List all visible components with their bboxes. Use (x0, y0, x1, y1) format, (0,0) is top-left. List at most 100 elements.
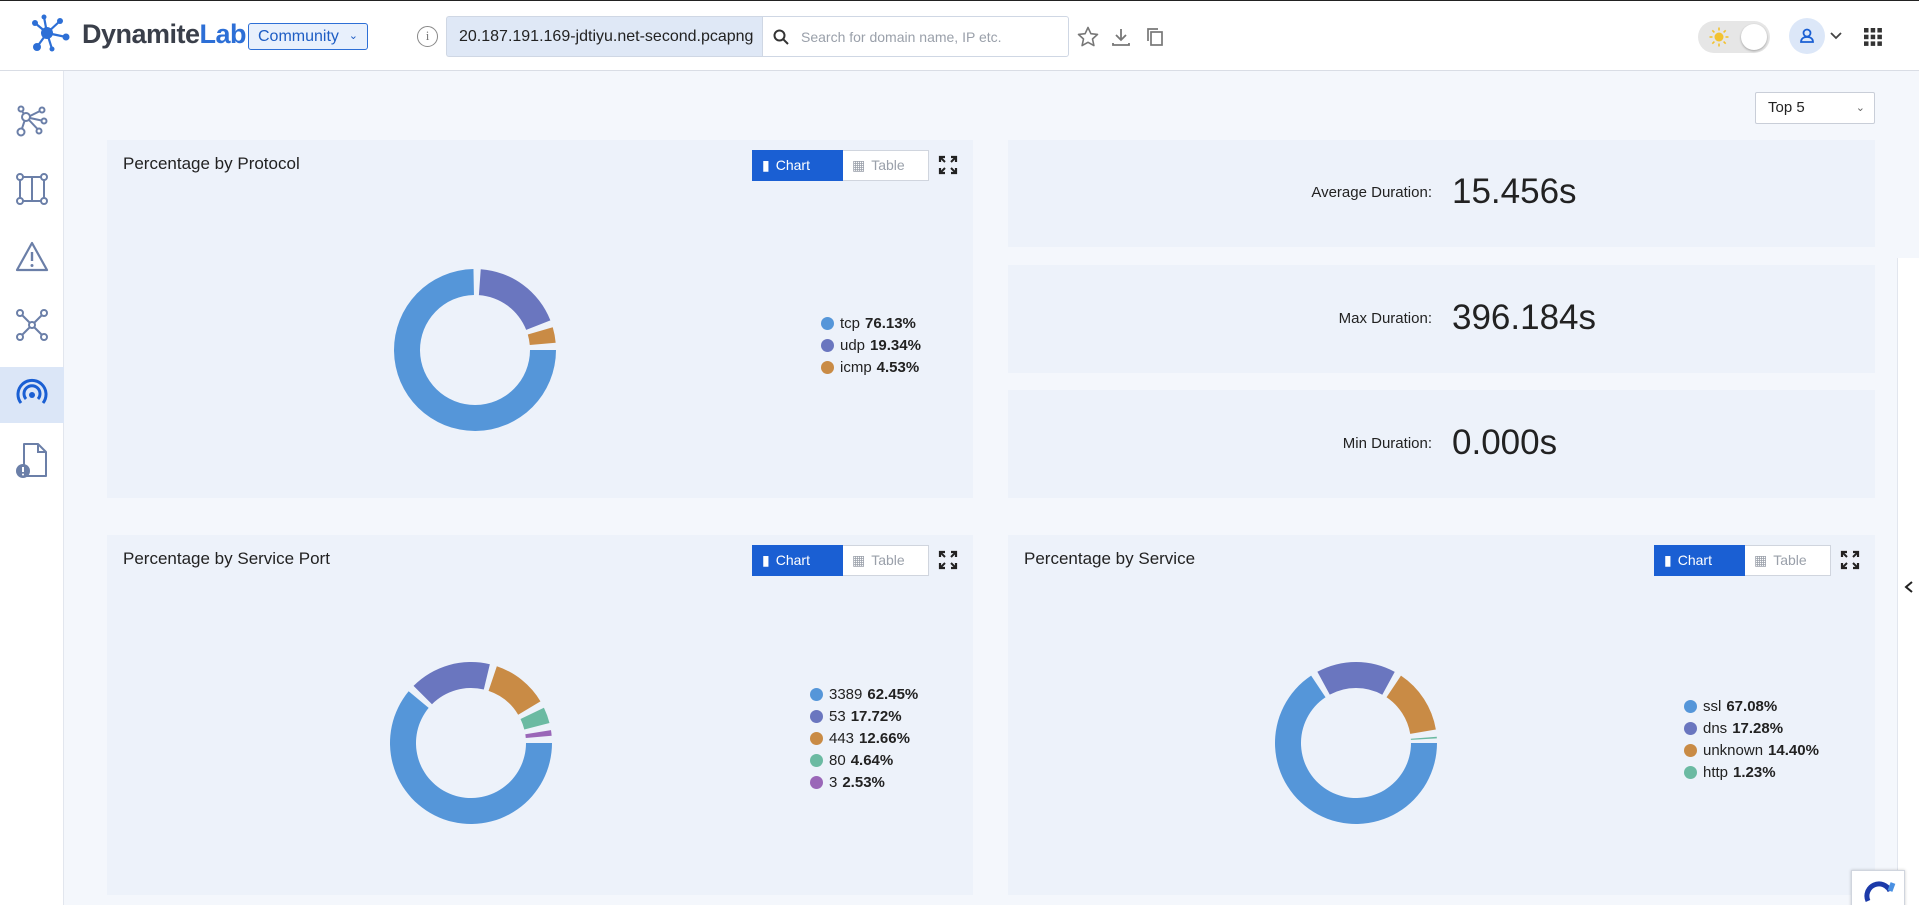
panel-title: Percentage by Protocol (123, 154, 300, 173)
table-view-label: Table (871, 157, 905, 173)
sidebar-item-file-alerts[interactable] (0, 433, 64, 489)
sidebar-item-hosts[interactable] (0, 297, 64, 353)
min-duration-card: Min Duration: 0.000s (1008, 390, 1875, 498)
panel-title: Percentage by Service Port (123, 549, 330, 568)
connections-icon (16, 378, 48, 404)
legend-percentage: 1.23% (1733, 763, 1776, 781)
legend-label: tcp (840, 314, 861, 332)
sidebar-item-network-graph[interactable] (0, 93, 64, 149)
legend-item-3389[interactable]: 3389 62.45% (810, 683, 918, 705)
table-view-button[interactable]: ▦ Table (843, 150, 929, 181)
legend-percentage: 17.28% (1732, 719, 1784, 737)
service-panel: Percentage by Service ▮ Chart ▦ Table ssl 6… (1008, 535, 1875, 895)
legend-label: unknown (1703, 741, 1764, 759)
logo[interactable]: DynamiteLab (30, 13, 247, 55)
pie-slice-53[interactable] (413, 662, 490, 705)
chart-view-label: Chart (775, 157, 810, 173)
pie-slice-unknown[interactable] (1386, 675, 1436, 734)
legend-label: 3389 (829, 685, 863, 703)
pie-slice-http[interactable] (1410, 736, 1437, 740)
legend-item-80[interactable]: 80 4.64% (810, 749, 918, 771)
search-input[interactable] (801, 25, 1061, 49)
star-icon[interactable] (1076, 25, 1100, 49)
legend-item-dns[interactable]: dns 17.28% (1684, 717, 1819, 739)
top-bar: DynamiteLab Community ⌄ i 20.187.191.169… (0, 0, 1919, 71)
table-view-button[interactable]: ▦ Table (843, 545, 929, 576)
copy-icon[interactable] (1143, 25, 1167, 49)
legend-swatch (1684, 721, 1697, 735)
legend-item-icmp[interactable]: icmp 4.53% (821, 356, 921, 378)
legend-item-tcp[interactable]: tcp 76.13% (821, 312, 921, 334)
protocol-legend: tcp 76.13% udp 19.34% icmp 4.53% (821, 312, 921, 378)
apps-grid-icon[interactable] (1864, 28, 1882, 46)
logo-text-accent: Lab (199, 18, 247, 49)
pie-slice-80[interactable] (520, 707, 550, 730)
chevron-down-icon[interactable] (1829, 29, 1843, 43)
chart-view-button[interactable]: ▮ Chart (752, 150, 843, 181)
table-view-button[interactable]: ▦ Table (1745, 545, 1831, 576)
service-port-donut-chart (390, 662, 552, 824)
min-duration-label: Min Duration: (1342, 435, 1432, 452)
chart-view-button[interactable]: ▮ Chart (1654, 545, 1745, 576)
expand-icon[interactable] (1840, 550, 1860, 570)
network-graph-icon (16, 105, 48, 137)
legend-swatch (1684, 765, 1697, 779)
table-icon: ▦ (1754, 552, 1768, 568)
legend-item-unknown[interactable]: unknown 14.40% (1684, 739, 1819, 761)
legend-item-http[interactable]: http 1.23% (1684, 761, 1819, 783)
download-icon[interactable] (1109, 25, 1133, 49)
sidebar (0, 71, 64, 905)
table-icon: ▦ (852, 157, 866, 173)
search-box[interactable] (762, 16, 1069, 57)
toggle-knob (1741, 24, 1767, 50)
service-port-panel: Percentage by Service Port ▮ Chart ▦ Table… (107, 535, 973, 895)
service-port-legend: 3389 62.45% 53 17.72% 443 12.66% 80 4.64% 3 2.53% (810, 683, 918, 793)
chart-view-label: Chart (775, 552, 810, 568)
protocol-panel: Percentage by Protocol ▮ Chart ▦ Table tcp… (107, 140, 973, 498)
legend-item-53[interactable]: 53 17.72% (810, 705, 918, 727)
legend-label: dns (1703, 719, 1728, 737)
legend-percentage: 14.40% (1768, 741, 1819, 759)
edition-dropdown[interactable]: Community ⌄ (248, 23, 368, 50)
sun-icon (1709, 27, 1729, 47)
legend-label: 80 (829, 751, 846, 769)
hosts-icon (16, 309, 48, 341)
bar-chart-icon: ▮ (1664, 552, 1672, 568)
flows-icon (16, 173, 48, 205)
sidebar-item-flows[interactable] (0, 161, 64, 217)
user-avatar[interactable] (1789, 18, 1825, 54)
expand-icon[interactable] (938, 550, 958, 570)
pie-slice-dns[interactable] (1317, 662, 1395, 695)
chart-view-button[interactable]: ▮ Chart (752, 545, 843, 576)
theme-toggle[interactable] (1698, 21, 1770, 53)
legend-item-udp[interactable]: udp 19.34% (821, 334, 921, 356)
pie-slice-443[interactable] (488, 666, 541, 715)
recaptcha-badge[interactable] (1851, 870, 1905, 905)
top-n-dropdown[interactable]: Top 5 ⌄ (1755, 92, 1875, 124)
legend-item-443[interactable]: 443 12.66% (810, 727, 918, 749)
file-name-chip[interactable]: 20.187.191.169-jdtiyu.net-second.pcapng (446, 16, 763, 57)
sidebar-item-alerts[interactable] (0, 229, 64, 285)
panel-title: Percentage by Service (1024, 549, 1196, 568)
info-icon[interactable]: i (417, 26, 438, 47)
chevron-down-icon: ⌄ (348, 30, 358, 42)
pie-slice-icmp[interactable] (527, 327, 556, 346)
pie-slice-3389[interactable] (390, 691, 552, 824)
pie-slice-udp[interactable] (478, 269, 551, 330)
expand-icon[interactable] (938, 155, 958, 175)
legend-percentage: 2.53% (842, 773, 885, 791)
pie-slice-3[interactable] (525, 730, 552, 739)
view-toggle: ▮ Chart ▦ Table (752, 150, 929, 181)
legend-label: 443 (829, 729, 855, 747)
legend-item-3[interactable]: 3 2.53% (810, 771, 918, 793)
side-drawer-tab[interactable] (1897, 258, 1919, 905)
legend-item-ssl[interactable]: ssl 67.08% (1684, 695, 1819, 717)
edition-label: Community (258, 28, 339, 45)
max-duration-value: 396.184s (1452, 298, 1597, 337)
legend-swatch (821, 316, 834, 330)
table-view-label: Table (1773, 552, 1807, 568)
bar-chart-icon: ▮ (762, 157, 770, 173)
min-duration-value: 0.000s (1452, 423, 1558, 462)
sidebar-item-connections[interactable] (0, 367, 64, 423)
logo-text: DynamiteLab (82, 18, 247, 50)
